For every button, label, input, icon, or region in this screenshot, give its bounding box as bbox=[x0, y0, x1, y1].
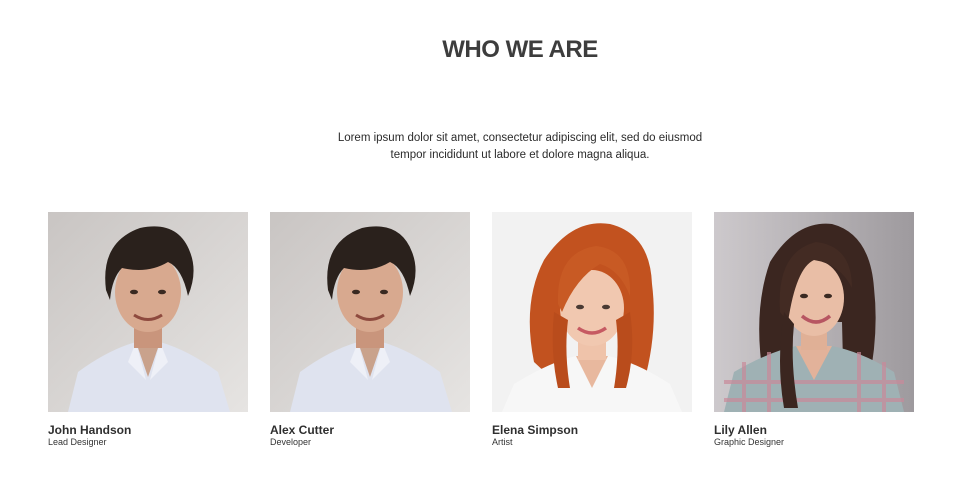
member-photo[interactable] bbox=[270, 212, 470, 412]
woman-brunette-portrait-icon bbox=[714, 212, 914, 412]
section-title: WHO WE ARE bbox=[442, 36, 598, 63]
team-member-card[interactable]: Elena Simpson Artist bbox=[492, 212, 692, 447]
member-name[interactable]: Alex Cutter bbox=[270, 423, 334, 437]
member-role: Developer bbox=[270, 437, 312, 447]
member-name[interactable]: Lily Allen bbox=[714, 423, 767, 437]
member-name[interactable]: John Handson bbox=[48, 423, 131, 437]
team-member-card[interactable]: Alex Cutter Developer bbox=[270, 212, 470, 447]
member-photo[interactable] bbox=[714, 212, 914, 412]
member-name[interactable]: Elena Simpson bbox=[492, 423, 578, 437]
section-intro: Lorem ipsum dolor sit amet, consectetur … bbox=[337, 132, 703, 161]
woman-redhead-portrait-icon bbox=[492, 212, 692, 412]
member-photo[interactable] bbox=[48, 212, 248, 412]
member-photo[interactable] bbox=[492, 212, 692, 412]
member-role: Lead Designer bbox=[48, 437, 107, 447]
member-role: Artist bbox=[492, 437, 513, 447]
team-member-card[interactable]: John Handson Lead Designer bbox=[48, 212, 248, 447]
man-portrait-icon bbox=[270, 212, 470, 412]
man-portrait-icon bbox=[48, 212, 248, 412]
member-role: Graphic Designer bbox=[714, 437, 785, 447]
team-member-card[interactable]: Lily Allen Graphic Designer bbox=[714, 212, 914, 447]
